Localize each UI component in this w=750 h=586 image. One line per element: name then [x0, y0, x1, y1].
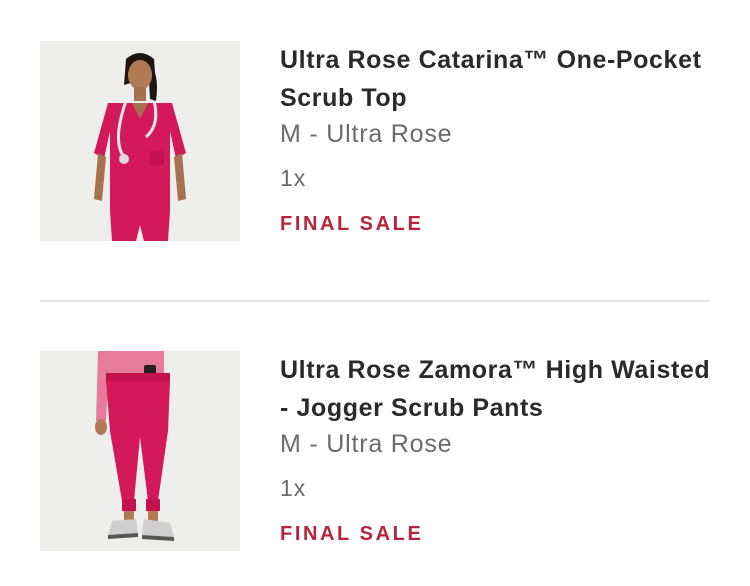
cart-item-info: Ultra Rose Zamora™ High Waisted - Jogger… [280, 351, 720, 546]
final-sale-badge: FINAL SALE [280, 523, 424, 545]
product-title[interactable]: Ultra Rose Zamora™ High Waisted - Jogger… [280, 351, 720, 427]
cart-item: Ultra Rose Catarina™ One-Pocket Scrub To… [40, 41, 710, 241]
scrub-pants-product-image[interactable] [40, 351, 240, 551]
scrub-top-product-image[interactable] [40, 41, 240, 241]
cart-item: Ultra Rose Zamora™ High Waisted - Jogger… [40, 351, 710, 551]
product-title[interactable]: Ultra Rose Catarina™ One-Pocket Scrub To… [280, 41, 720, 117]
product-variant: M - Ultra Rose [280, 120, 453, 148]
item-divider [40, 300, 710, 302]
product-quantity: 1x [280, 165, 307, 191]
product-variant: M - Ultra Rose [280, 430, 453, 458]
final-sale-badge: FINAL SALE [280, 213, 424, 235]
product-quantity: 1x [280, 475, 307, 501]
cart-item-info: Ultra Rose Catarina™ One-Pocket Scrub To… [280, 41, 720, 236]
